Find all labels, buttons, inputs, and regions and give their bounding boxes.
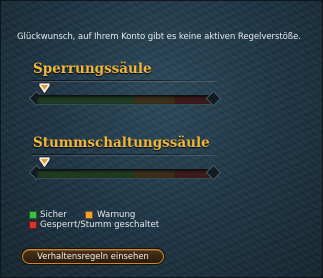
mute-meter-divider xyxy=(31,154,215,155)
ban-meter-title: Sperrungssäule xyxy=(33,61,152,77)
ban-meter-divider xyxy=(31,80,215,81)
view-code-of-conduct-button[interactable]: Verhaltensregeln einsehen xyxy=(22,249,164,264)
legend-banned-swatch xyxy=(29,221,37,229)
legend-banned-label: Gesperrt/Stumm geschaltet xyxy=(40,220,160,230)
mute-meter-track xyxy=(37,169,213,179)
ban-meter-pointer-icon xyxy=(38,82,51,95)
status-message: Glückwunsch, auf Ihrem Konto gibt es kei… xyxy=(17,32,301,42)
ban-meter-bar xyxy=(28,82,222,107)
account-status-panel: Glückwunsch, auf Ihrem Konto gibt es kei… xyxy=(0,0,323,278)
legend-safe-swatch xyxy=(29,211,37,219)
legend-safe-label: Sicher xyxy=(40,210,67,220)
mute-meter-title: Stummschaltungssäule xyxy=(33,135,210,151)
mute-meter-pointer-icon xyxy=(38,156,51,169)
ban-meter-track xyxy=(37,95,213,105)
legend-warning-swatch xyxy=(85,211,93,219)
mute-meter-bar xyxy=(28,156,222,181)
legend-warning-label: Warnung xyxy=(97,210,136,220)
